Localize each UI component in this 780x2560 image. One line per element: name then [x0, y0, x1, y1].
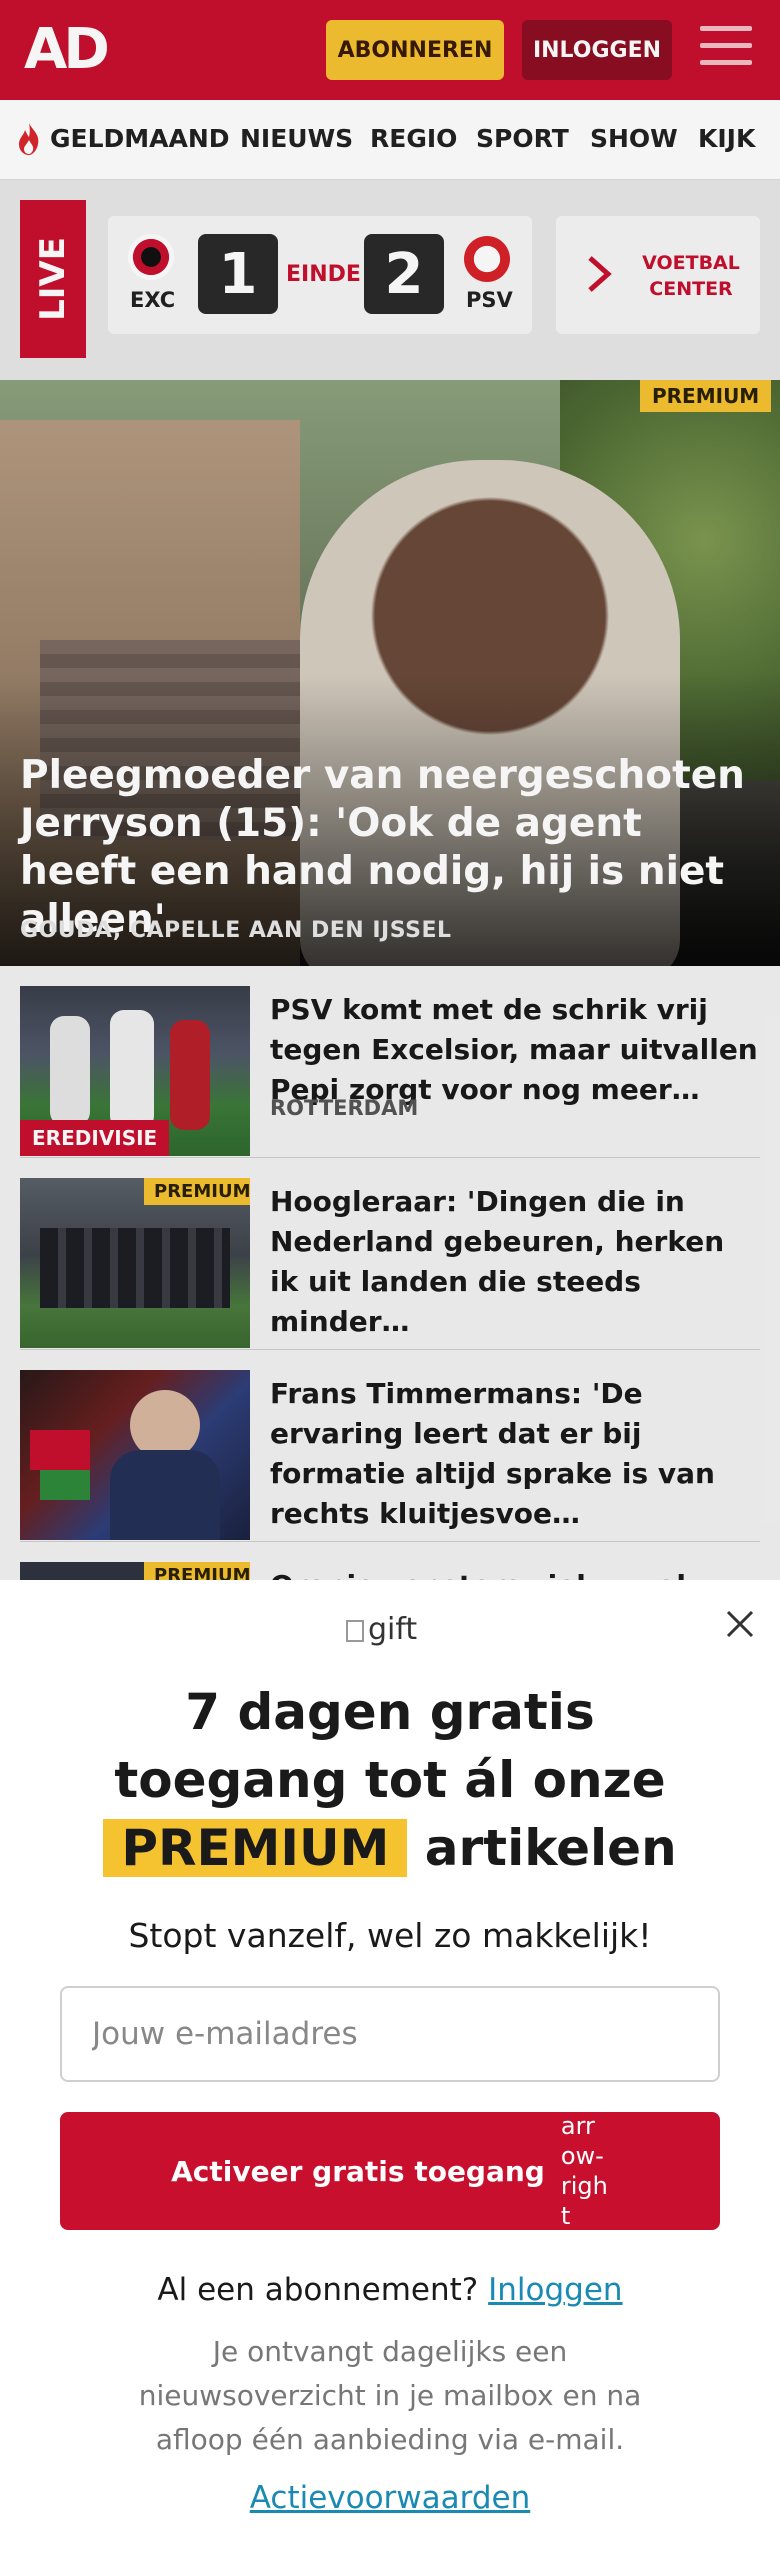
modal-subtitle: Stopt vanzelf, wel zo makkelijk! — [128, 1916, 652, 1955]
existing-subscription-text: Al een abonnement? — [157, 2272, 479, 2308]
gift-icon: gift — [346, 1612, 417, 1647]
terms-link[interactable]: Actievoorwaarden — [40, 2480, 740, 2516]
premium-highlight: PREMIUM — [103, 1819, 408, 1877]
modal-title-line2: toegang tot ál onze — [114, 1751, 666, 1809]
premium-trial-modal: gift 7 dagen gratis toegang tot ál onze … — [0, 1580, 780, 2560]
modal-title-line3: PREMIUM artikelen — [40, 1814, 740, 1882]
modal-title-line1: 7 dagen gratis — [185, 1683, 595, 1741]
info-text: Je ontvangt dagelijks een nieuwsoverzich… — [138, 2335, 642, 2456]
activate-trial-button[interactable]: Activeer gratis toegang arrow-right — [60, 2112, 720, 2230]
modal-title-tail: artikelen — [424, 1819, 677, 1877]
page-dim-overlay — [0, 0, 780, 1580]
modal-title: 7 dagen gratis toegang tot ál onze PREMI… — [40, 1678, 740, 1882]
close-icon[interactable] — [722, 1606, 758, 1642]
arrow-right-icon: arrow-right — [560, 2112, 608, 2230]
login-link[interactable]: Inloggen — [488, 2272, 622, 2308]
activate-trial-label: Activeer gratis toegang — [171, 2154, 545, 2188]
email-field[interactable] — [60, 1986, 720, 2082]
existing-subscription-line: Al een abonnement? Inloggen — [40, 2272, 740, 2308]
